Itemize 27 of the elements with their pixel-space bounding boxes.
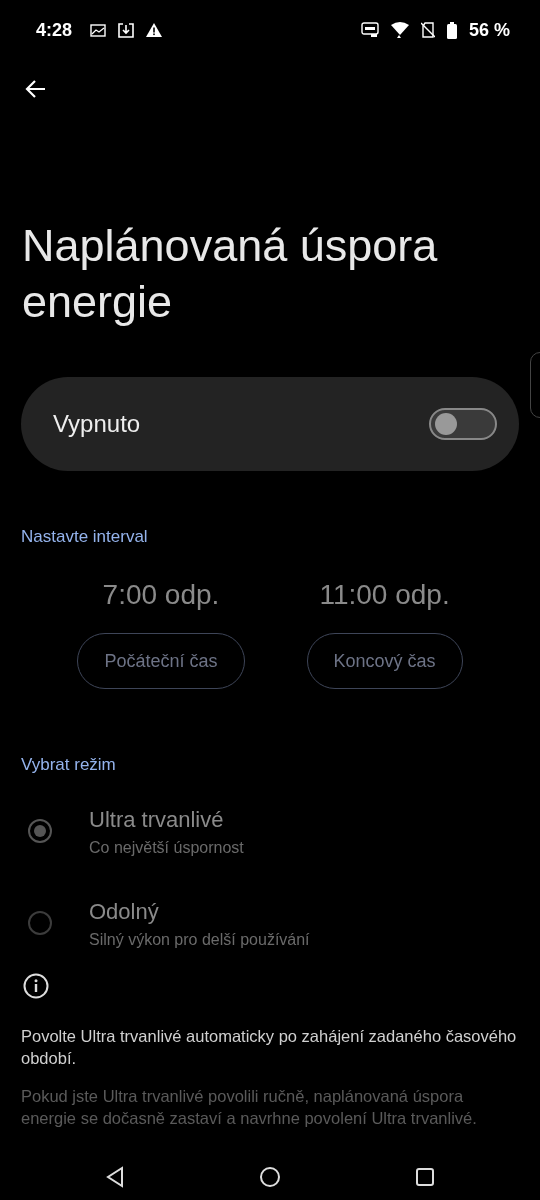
option-title: Odolný [89,899,160,925]
option-subtitle: Co největší úspornost [89,839,244,857]
recents-nav-icon[interactable] [415,1167,435,1187]
battery-icon [446,21,457,39]
time-value: 7:00 odp. [102,579,220,611]
home-nav-icon[interactable] [259,1166,281,1188]
time-value: 11:00 odp. [319,579,450,611]
page-title: Naplánovaná úspora energie [22,219,439,329]
auto-hz-icon [360,22,379,38]
image-icon [90,23,107,37]
no-sim-icon [420,22,435,38]
info-icon [23,973,49,999]
info-text: Pokud jste Ultra trvanlivé povolili ručně, naplánovaná úspora energie se dočasně zastaví a navrhne povolení Ultra trvanlivé. [21,1086,478,1129]
info-text: Povolte Ultra trvanlivé automaticky po zahájení zadaného časového období. [21,1026,518,1069]
option-title: Ultra trvanlivé [89,807,225,833]
download-icon [118,22,135,38]
battery-percent: 56 % [468,19,510,41]
status-time: 4:28 [36,19,73,41]
wifi-icon [390,22,409,38]
option-subtitle: Silný výkon pro delší používání [89,931,310,949]
section-heading: Vybrat režim [21,755,117,775]
toggle-switch[interactable] [429,408,497,440]
switch-card[interactable]: Vypnuto [21,377,519,471]
back-nav-icon[interactable] [105,1166,125,1188]
section-heading: Nastavte interval [21,527,149,547]
switch-label: Vypnuto [53,410,141,438]
warning-icon [146,23,163,37]
